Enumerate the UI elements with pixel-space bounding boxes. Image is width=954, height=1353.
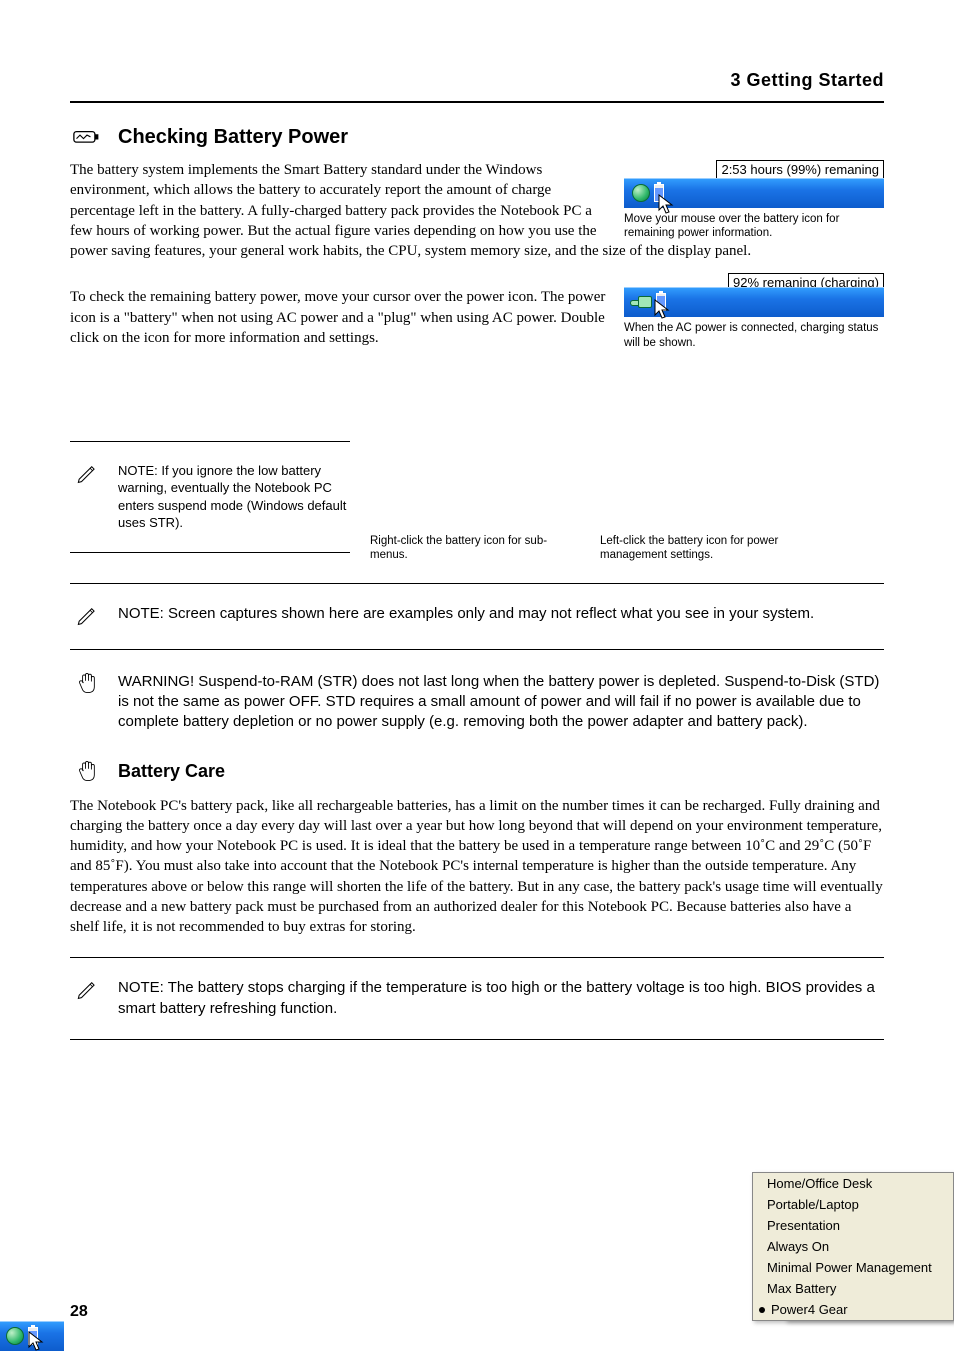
fig2-caption: When the AC power is connected, charging… [624,321,884,350]
battery-care-title: Battery Care [118,761,884,782]
section-header: 3 Getting Started [70,70,884,103]
note-pen-icon [73,604,101,631]
warning-hand-icon [73,672,101,699]
menu-item[interactable]: Max Battery [753,1278,953,1299]
systray-battery[interactable] [624,178,884,208]
cursor-icon [654,299,672,321]
systray-plug[interactable] [624,287,884,317]
fig1-caption: Move your mouse over the battery icon fo… [624,212,884,241]
note-pen-icon [73,462,101,489]
note-2: NOTE: Screen captures shown here are exa… [118,604,884,624]
systray-battery-4[interactable] [0,1321,64,1351]
tray-gear-icon[interactable] [6,1327,24,1345]
note-1: NOTE: If you ignore the low battery warn… [118,462,350,532]
note-3: NOTE: The battery stops charging if the … [118,978,884,1019]
stop-hand-icon [73,760,101,787]
tooltip-remaining-time: 2:53 hours (99%) remaning [716,160,884,180]
menu-item[interactable]: Portable/Laptop [753,1194,953,1215]
battery-icon [73,125,101,152]
fig3-caption: Right-click the battery icon for sub-men… [370,534,580,563]
page-title: Checking Battery Power [118,126,884,149]
page-number: 28 [70,1303,88,1321]
menu-item[interactable]: Home/Office Desk [753,1173,953,1194]
menu-item[interactable]: Always On [753,1236,953,1257]
cursor-icon [28,1331,46,1353]
fig4-caption: Left-click the battery icon for power ma… [600,534,830,563]
menu-item[interactable]: Presentation [753,1215,953,1236]
menu-item[interactable]: Minimal Power Management [753,1257,953,1278]
battery-care-paragraph: The Notebook PC's battery pack, like all… [70,796,884,938]
tray-gear-icon[interactable] [632,184,650,202]
cursor-icon [658,194,676,216]
context-menu-left-click[interactable]: Home/Office DeskPortable/LaptopPresentat… [752,1172,954,1321]
warning-text: WARNING! Suspend-to-RAM (STR) does not l… [118,672,884,733]
note-pen-icon [73,978,101,1005]
tray-plug-icon[interactable] [630,293,652,311]
